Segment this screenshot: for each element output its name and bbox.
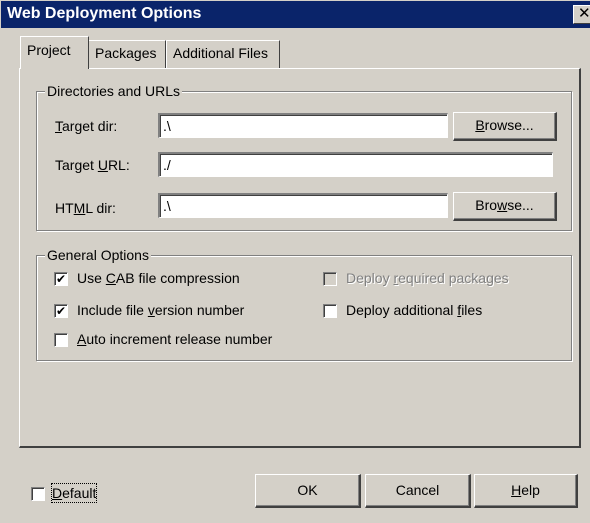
deploy-additional-files-checkbox[interactable] (323, 304, 337, 318)
html-dir-browse-button[interactable]: Browse... (453, 192, 557, 221)
html-dir-input[interactable]: .\ (158, 193, 448, 218)
use-cab-compression-label: Use CAB file compression (77, 270, 240, 286)
tab-packages-label: Packages (95, 45, 157, 61)
close-icon: ✕ (578, 5, 590, 22)
directories-group-label: Directories and URLs (45, 83, 183, 99)
cancel-button[interactable]: Cancel (365, 474, 471, 508)
deploy-additional-files-label: Deploy additional files (346, 302, 483, 318)
window-title: Web Deployment Options (7, 5, 202, 22)
default-label: Default (50, 483, 98, 503)
target-url-label: Target URL: (55, 157, 130, 173)
auto-increment-release-label: Auto increment release number (77, 331, 273, 347)
general-options-group-label: General Options (45, 247, 151, 263)
default-checkbox[interactable] (31, 487, 45, 501)
include-file-version-label: Include file version number (77, 302, 245, 318)
tab-project[interactable]: Project (20, 36, 89, 69)
ok-button[interactable]: OK (255, 474, 361, 508)
target-url-input[interactable]: ./ (158, 152, 553, 177)
html-dir-label: HTML dir: (55, 200, 116, 216)
tab-project-label: Project (27, 42, 71, 58)
tab-additional-files[interactable]: Additional Files (166, 40, 280, 68)
check-icon: ✔ (55, 272, 67, 286)
tab-packages[interactable]: Packages (88, 40, 166, 68)
include-file-version-checkbox[interactable]: ✔ (54, 304, 68, 318)
title-bar[interactable]: Web Deployment Options (0, 0, 590, 28)
target-dir-input[interactable]: .\ (158, 113, 448, 138)
auto-increment-release-checkbox[interactable] (54, 333, 68, 347)
deploy-required-packages-checkbox (323, 272, 337, 286)
check-icon: ✔ (55, 304, 67, 318)
help-button[interactable]: Help (474, 474, 578, 508)
target-dir-label: Target dir: (55, 118, 118, 134)
deploy-required-packages-label: Deploy required packages (346, 270, 509, 286)
target-dir-browse-button[interactable]: Browse... (453, 112, 557, 141)
close-button[interactable]: ✕ (573, 5, 590, 24)
tab-additional-files-label: Additional Files (173, 45, 268, 61)
use-cab-compression-checkbox[interactable]: ✔ (54, 272, 68, 286)
